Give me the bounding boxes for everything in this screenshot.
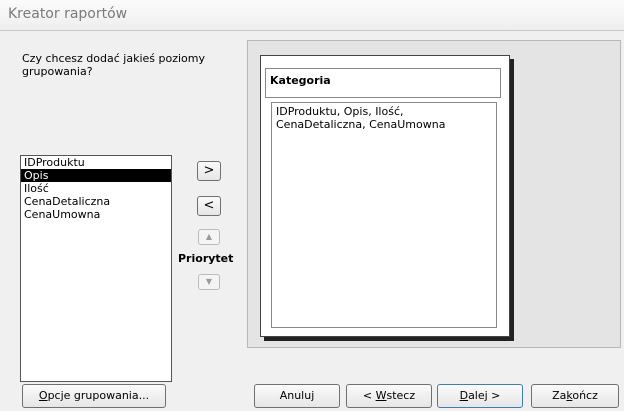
finish-button[interactable]: Zakończ [531, 384, 619, 408]
label-accesskey: O [38, 389, 48, 402]
label-rest: stecz [386, 389, 416, 402]
label-rest: ończ [572, 389, 598, 402]
group-header-label: Kategoria [270, 74, 331, 87]
label-accesskey: D [459, 389, 469, 402]
back-button[interactable]: < Wstecz [346, 384, 432, 408]
field-item-ilosc[interactable]: Ilość [21, 182, 171, 195]
label-prefix: < [362, 389, 376, 402]
available-fields-list[interactable]: IDProduktu Opis Ilość CenaDetaliczna Cen… [20, 155, 172, 382]
priority-down-button[interactable]: ▼ [198, 274, 220, 290]
cancel-button[interactable]: Anuluj [254, 384, 340, 408]
grouping-question: Czy chcesz dodać jakieś poziomy grupowan… [22, 52, 205, 78]
field-item-cenaumowna[interactable]: CenaUmowna [21, 208, 171, 221]
priority-label: Priorytet [178, 252, 234, 265]
label-accesskey: W [375, 389, 387, 402]
arrow-up-icon: ▲ [205, 232, 213, 241]
title-bar: Kreator raportów [0, 0, 624, 31]
group-header-box: Kategoria [265, 68, 501, 98]
detail-fields-box: IDProduktu, Opis, Ilość, CenaDetaliczna,… [271, 102, 497, 328]
remove-grouping-button[interactable]: < [197, 196, 221, 216]
priority-up-button[interactable]: ▲ [198, 229, 220, 245]
add-grouping-button[interactable]: > [197, 161, 221, 181]
report-preview: Kategoria IDProduktu, Opis, Ilość, CenaD… [247, 40, 621, 348]
label-prefix: Za [552, 389, 567, 402]
detail-fields-text: IDProduktu, Opis, Ilość, CenaDetaliczna,… [276, 105, 446, 131]
window-title: Kreator raportów [8, 6, 128, 22]
label-rest: pcje grupowania... [47, 389, 150, 402]
field-item-cenadetaliczna[interactable]: CenaDetaliczna [21, 195, 171, 208]
grouping-options-button[interactable]: Opcje grupowania... [22, 384, 166, 408]
label-rest: alej > [468, 389, 501, 402]
field-item-idproduktu[interactable]: IDProduktu [21, 156, 171, 169]
preview-page: Kategoria IDProduktu, Opis, Ilość, CenaD… [260, 55, 510, 337]
next-button[interactable]: Dalej > [437, 384, 523, 408]
field-item-opis[interactable]: Opis [21, 169, 171, 182]
arrow-down-icon: ▼ [205, 277, 213, 286]
